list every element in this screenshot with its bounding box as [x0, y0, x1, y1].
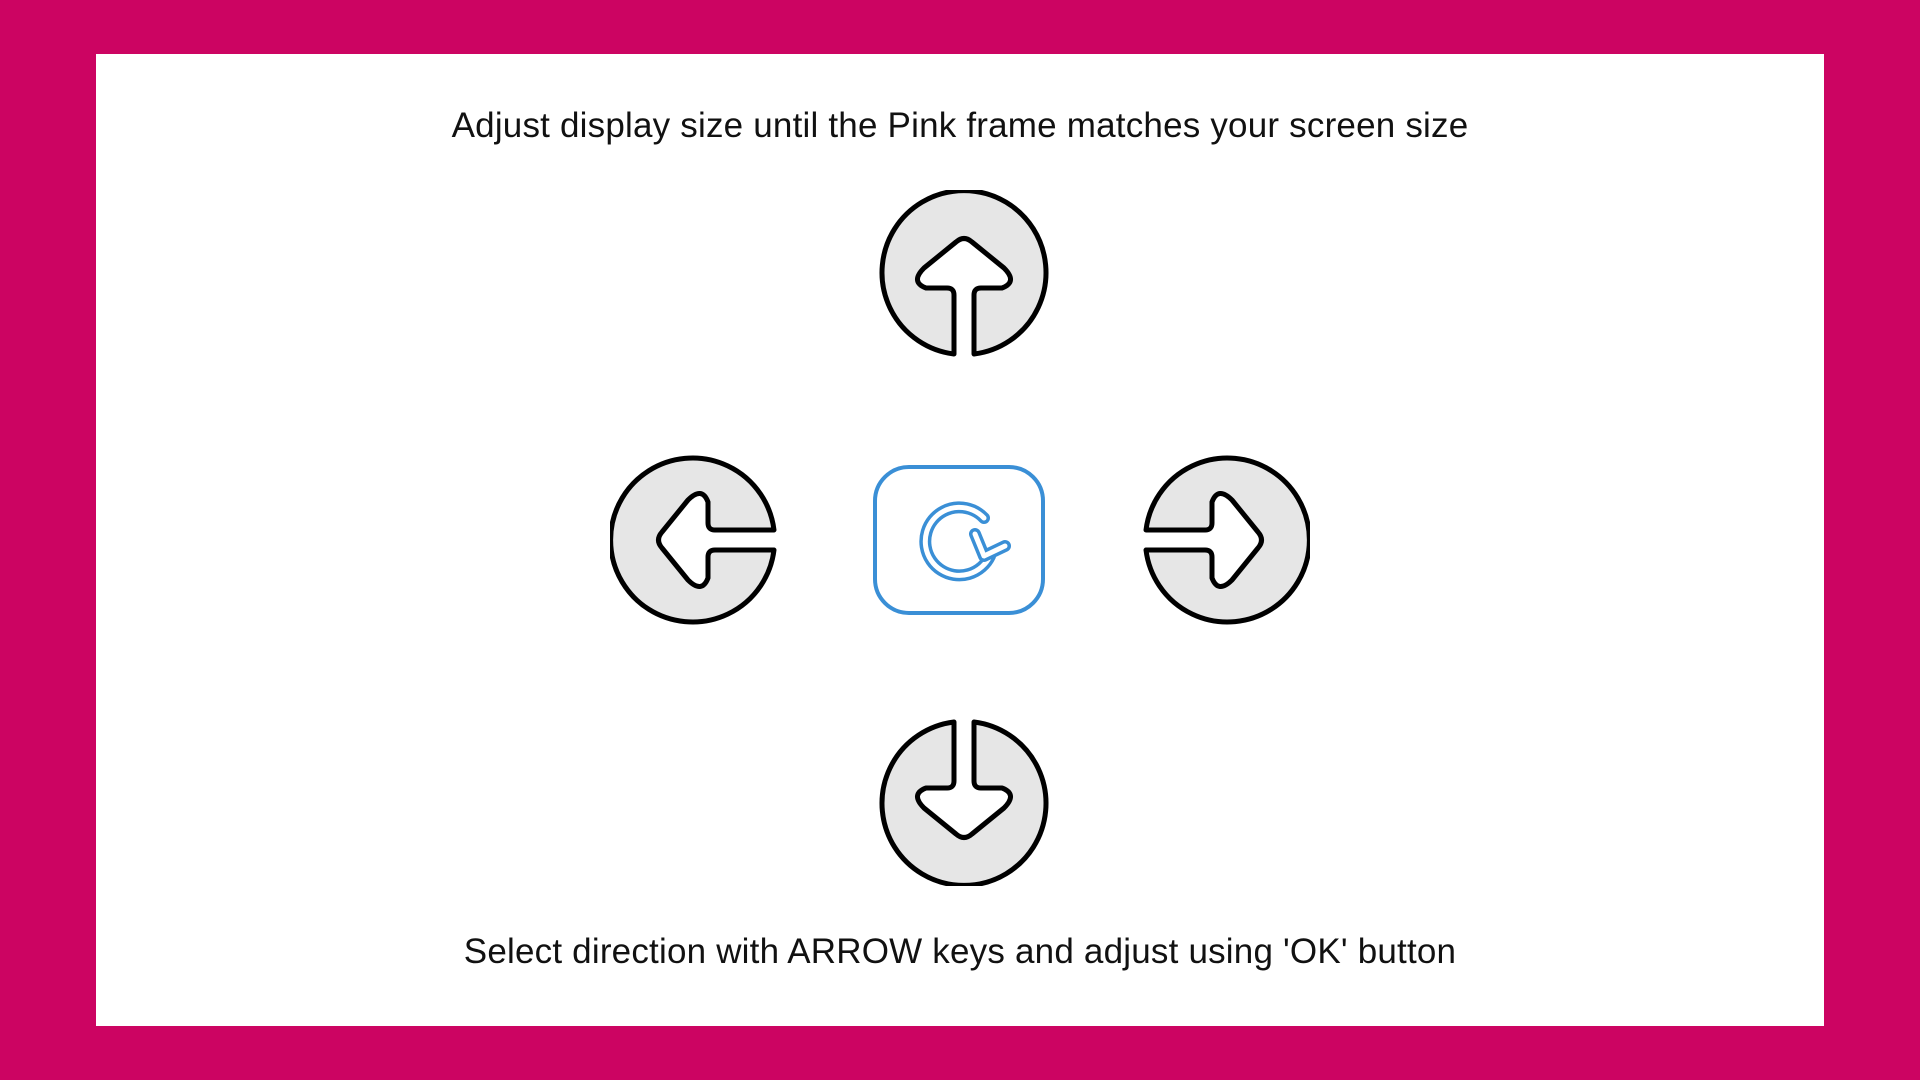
- right-arrow-button[interactable]: [1138, 454, 1310, 626]
- down-arrow-button[interactable]: [878, 714, 1050, 886]
- arrow-right-icon: [1143, 455, 1310, 625]
- ok-refresh-icon: [873, 465, 1045, 615]
- arrow-left-icon: [610, 455, 777, 625]
- up-arrow-button[interactable]: [878, 190, 1050, 362]
- left-arrow-button[interactable]: [610, 454, 782, 626]
- instruction-hint: Select direction with ARROW keys and adj…: [463, 932, 1457, 971]
- arrow-down-icon: [879, 719, 1049, 886]
- pink-frame: Adjust display size until the Pink frame…: [0, 0, 1920, 1080]
- page-title: Adjust display size until the Pink frame…: [451, 106, 1469, 145]
- arrow-up-icon: [879, 190, 1049, 357]
- ok-button[interactable]: [872, 464, 1046, 616]
- calibration-panel: Adjust display size until the Pink frame…: [96, 54, 1824, 1026]
